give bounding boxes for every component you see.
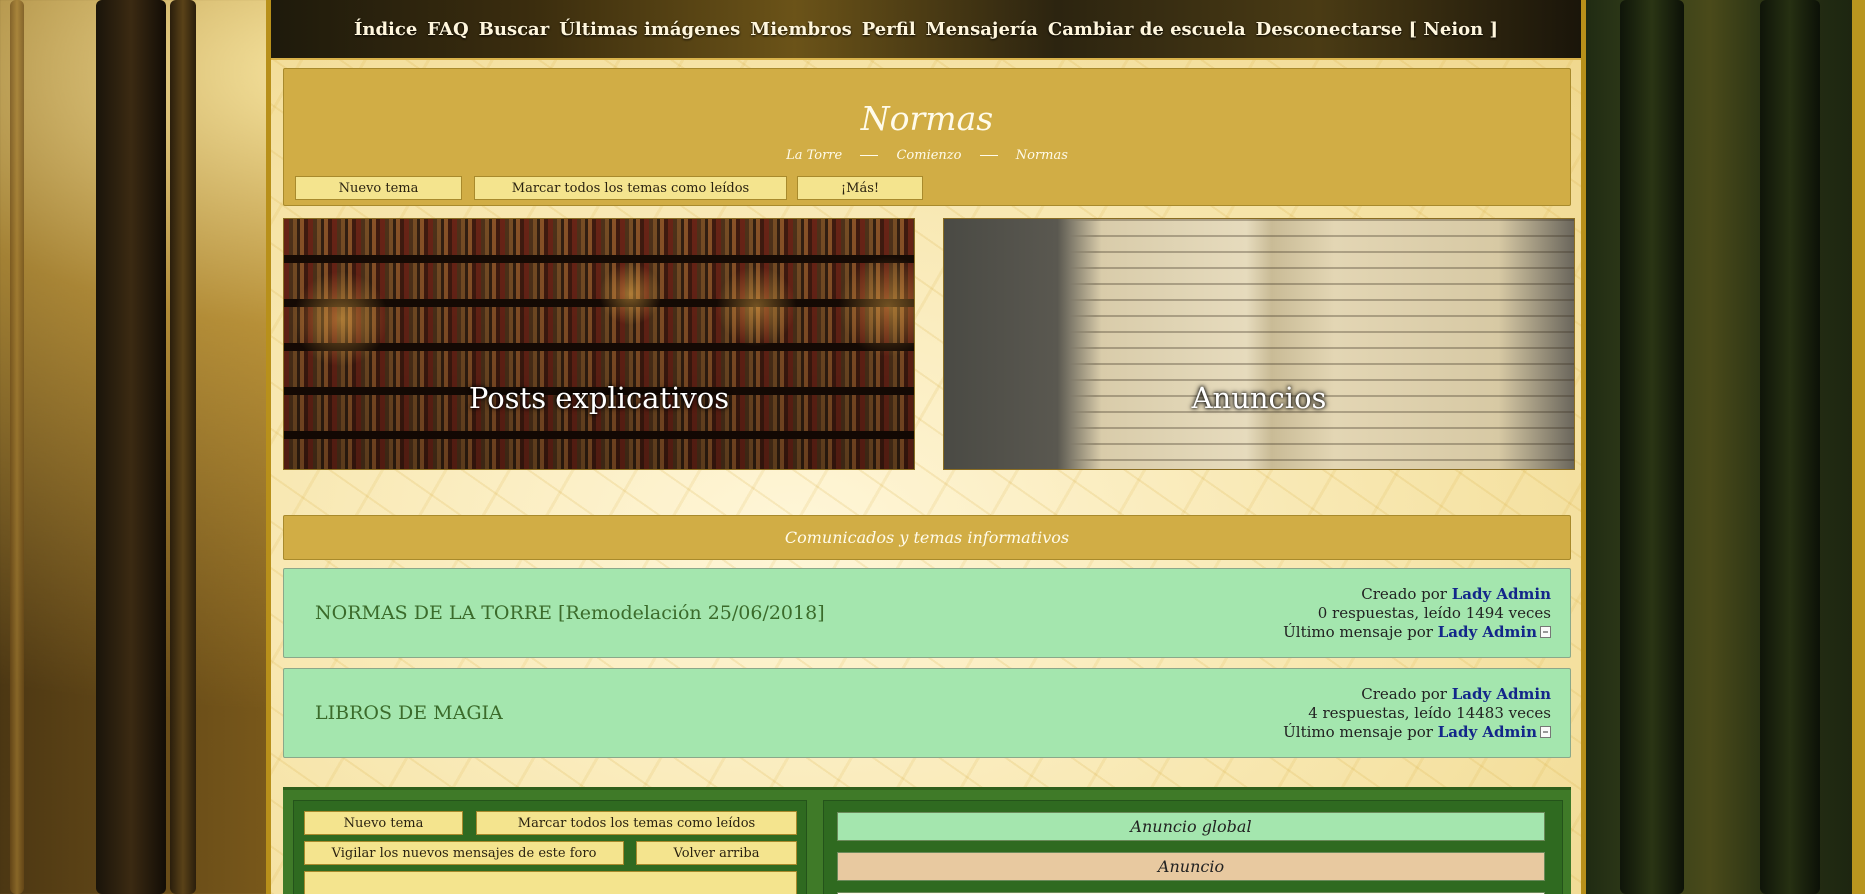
- tile-label: Posts explicativos: [468, 381, 730, 415]
- nav-search[interactable]: Buscar: [479, 19, 550, 40]
- breadcrumb: La Torre Comienzo Normas: [284, 148, 1570, 163]
- forum-footer-panel: Nuevo tema Marcar todos los temas como l…: [283, 787, 1571, 894]
- tree-trunk: [10, 0, 24, 894]
- author-link[interactable]: Lady Admin: [1452, 685, 1551, 703]
- new-topic-button[interactable]: Nuevo tema: [304, 811, 463, 835]
- scrolls-image: [944, 219, 1574, 469]
- legend-announcement: Anuncio: [837, 852, 1545, 881]
- last-post-label: Último mensaje por: [1283, 623, 1433, 641]
- breadcrumb-item[interactable]: Normas: [1016, 148, 1068, 163]
- nav-index[interactable]: Índice: [354, 19, 417, 40]
- mark-read-button[interactable]: Marcar todos los temas como leídos: [476, 811, 797, 835]
- breadcrumb-item[interactable]: Comienzo: [896, 148, 961, 163]
- nav-profile[interactable]: Perfil: [862, 19, 916, 40]
- tree-trunk: [1620, 0, 1684, 894]
- topic-title-link[interactable]: LIBROS DE MAGIA: [315, 669, 503, 757]
- topic-stats: 0 respuestas, leído 1494 veces: [1317, 604, 1551, 622]
- last-post-user-link[interactable]: Lady Admin: [1438, 723, 1537, 741]
- tile-label: Anuncios: [1191, 381, 1327, 415]
- last-post-user-link[interactable]: Lady Admin: [1438, 623, 1537, 641]
- tree-trunk: [1760, 0, 1820, 894]
- tree-trunk: [170, 0, 196, 894]
- nav-messaging[interactable]: Mensajería: [926, 19, 1038, 40]
- forum-header: Normas La Torre Comienzo Normas Nuevo te…: [283, 68, 1571, 206]
- forum-page: Índice FAQ Buscar Últimas imágenes Miemb…: [266, 0, 1586, 894]
- jump-to-select[interactable]: [304, 871, 797, 894]
- breadcrumb-item[interactable]: La Torre: [786, 148, 842, 163]
- topic-row: NORMAS DE LA TORRE [Remodelación 25/06/2…: [283, 568, 1571, 658]
- nav-faq[interactable]: FAQ: [427, 19, 468, 40]
- category-header: Comunicados y temas informativos: [283, 515, 1571, 560]
- tree-trunk: [96, 0, 166, 894]
- scrollbar-strip: [1852, 0, 1865, 894]
- topic-meta: Creado por Lady Admin 4 respuestas, leíd…: [1283, 685, 1551, 742]
- last-post-icon[interactable]: [1540, 626, 1551, 638]
- actions-panel: Nuevo tema Marcar todos los temas como l…: [293, 800, 807, 894]
- author-link[interactable]: Lady Admin: [1452, 585, 1551, 603]
- breadcrumb-separator: [860, 155, 879, 156]
- nav-change-school[interactable]: Cambiar de escuela: [1048, 19, 1246, 40]
- tile-explanatory-posts[interactable]: Posts explicativos: [283, 218, 915, 470]
- mark-read-button[interactable]: Marcar todos los temas como leídos: [474, 176, 787, 200]
- topic-meta: Creado por Lady Admin 0 respuestas, leíd…: [1283, 585, 1551, 642]
- tile-announcements[interactable]: Anuncios: [943, 218, 1575, 470]
- created-by-label: Creado por: [1361, 585, 1447, 603]
- page-title: Normas: [860, 99, 994, 138]
- nav-logout[interactable]: Desconectarse [ Neion ]: [1256, 19, 1498, 40]
- top-navigation: Índice FAQ Buscar Últimas imágenes Miemb…: [271, 0, 1581, 60]
- created-by-label: Creado por: [1361, 685, 1447, 703]
- topic-row: LIBROS DE MAGIA Creado por Lady Admin 4 …: [283, 668, 1571, 758]
- topic-stats: 4 respuestas, leído 14483 veces: [1308, 704, 1551, 722]
- more-button[interactable]: ¡Más!: [797, 176, 923, 200]
- legend-panel: Anuncio global Anuncio ...: [823, 800, 1563, 894]
- breadcrumb-separator: [979, 155, 998, 156]
- legend-global-announcement: Anuncio global: [837, 812, 1545, 841]
- bookshelf-image: [284, 219, 914, 469]
- new-topic-button[interactable]: Nuevo tema: [295, 176, 462, 200]
- watch-forum-button[interactable]: Vigilar los nuevos mensajes de este foro: [304, 841, 624, 865]
- nav-members[interactable]: Miembros: [750, 19, 851, 40]
- last-post-label: Último mensaje por: [1283, 723, 1433, 741]
- nav-latest-images[interactable]: Últimas imágenes: [559, 19, 740, 40]
- topic-title-link[interactable]: NORMAS DE LA TORRE [Remodelación 25/06/2…: [315, 569, 825, 657]
- back-to-top-button[interactable]: Volver arriba: [636, 841, 797, 865]
- last-post-icon[interactable]: [1540, 726, 1551, 738]
